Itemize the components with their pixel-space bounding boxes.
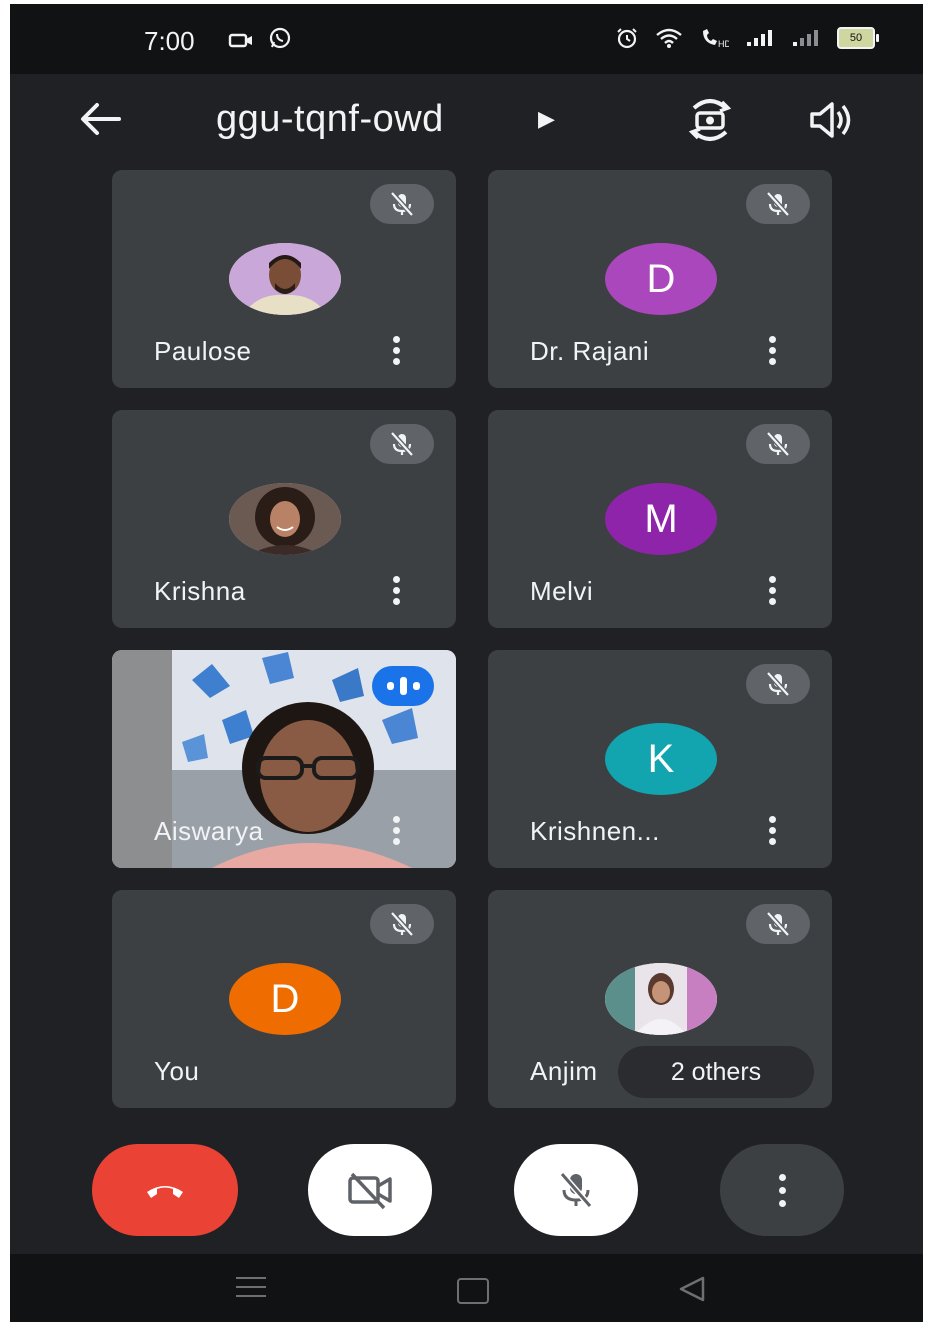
more-options-button[interactable] bbox=[720, 1144, 844, 1236]
meeting-header: ggu-tqnf-owd ▶ bbox=[10, 74, 923, 164]
battery-icon: 50 bbox=[837, 27, 879, 49]
participant-tile[interactable]: Krishna bbox=[112, 410, 456, 628]
avatar bbox=[605, 963, 717, 1035]
mic-off-icon bbox=[746, 664, 810, 704]
caret-right-icon[interactable]: ▶ bbox=[538, 106, 555, 132]
end-call-icon bbox=[147, 1186, 183, 1198]
status-time: 7:00 bbox=[144, 26, 195, 56]
recents-icon[interactable] bbox=[236, 1270, 266, 1304]
wifi-icon bbox=[656, 28, 682, 48]
mic-off-icon bbox=[370, 424, 434, 464]
more-vert-icon[interactable] bbox=[384, 332, 408, 368]
signal-icon-2 bbox=[793, 30, 818, 46]
mic-off-icon bbox=[746, 424, 810, 464]
avatar bbox=[229, 243, 341, 315]
more-vert-icon bbox=[778, 1171, 786, 1210]
participant-name: Dr. Rajani bbox=[530, 336, 650, 366]
avatar: D bbox=[605, 243, 717, 315]
more-vert-icon[interactable] bbox=[760, 332, 784, 368]
camera-off-icon bbox=[348, 1172, 392, 1210]
avatar: D bbox=[229, 963, 341, 1035]
vowifi-call-icon: HD bbox=[703, 29, 729, 49]
more-vert-icon[interactable] bbox=[760, 812, 784, 848]
status-bar: 7:00 HD 50 bbox=[10, 4, 923, 74]
others-count-pill[interactable]: 2 others bbox=[618, 1046, 814, 1098]
switch-camera-icon[interactable] bbox=[682, 96, 738, 144]
participant-name: You bbox=[154, 1056, 200, 1086]
whatsapp-icon bbox=[270, 27, 291, 49]
participant-video-tile[interactable]: Aiswarya bbox=[112, 650, 456, 868]
participant-tile[interactable]: M Melvi bbox=[488, 410, 832, 628]
status-right-icons: HD 50 bbox=[615, 26, 879, 50]
mic-off-icon bbox=[370, 904, 434, 944]
speaking-indicator-icon bbox=[372, 666, 434, 706]
avatar: M bbox=[605, 483, 717, 555]
participant-name: Krishnen... bbox=[530, 816, 660, 846]
arrow-left-icon[interactable] bbox=[76, 94, 126, 144]
alarm-icon bbox=[617, 28, 637, 49]
signal-icon bbox=[747, 30, 772, 46]
participant-name: Melvi bbox=[530, 576, 594, 606]
participant-name: Krishna bbox=[154, 576, 246, 606]
more-vert-icon[interactable] bbox=[384, 572, 408, 608]
system-nav-bar bbox=[10, 1254, 923, 1322]
end-call-button[interactable] bbox=[92, 1144, 238, 1236]
participant-tile[interactable]: K Krishnen... bbox=[488, 650, 832, 868]
avatar: K bbox=[605, 723, 717, 795]
participant-tile[interactable]: D Dr. Rajani bbox=[488, 170, 832, 388]
participant-name: Paulose bbox=[154, 336, 252, 366]
status-left-icons bbox=[228, 26, 292, 56]
mic-off-icon bbox=[746, 184, 810, 224]
avatar bbox=[229, 483, 341, 555]
call-controls bbox=[10, 1144, 923, 1244]
mic-off-icon bbox=[746, 904, 810, 944]
svg-text:HD: HD bbox=[718, 39, 729, 49]
home-icon[interactable] bbox=[457, 1278, 489, 1304]
meet-screen: 7:00 HD 50 ggu-tqnf-owd ▶ Paulose D Dr. … bbox=[10, 4, 923, 1322]
more-vert-icon[interactable] bbox=[760, 572, 784, 608]
speaker-icon[interactable] bbox=[806, 96, 856, 144]
participant-tile[interactable]: Paulose bbox=[112, 170, 456, 388]
meeting-code[interactable]: ggu-tqnf-owd bbox=[216, 98, 444, 141]
participant-tile[interactable]: Anjim 2 others bbox=[488, 890, 832, 1108]
camera-icon bbox=[228, 33, 252, 48]
back-triangle-icon[interactable] bbox=[677, 1274, 707, 1304]
mic-off-icon bbox=[370, 184, 434, 224]
mic-toggle-button[interactable] bbox=[514, 1144, 638, 1236]
camera-toggle-button[interactable] bbox=[308, 1144, 432, 1236]
participant-tile-self[interactable]: D You bbox=[112, 890, 456, 1108]
more-vert-icon[interactable] bbox=[384, 812, 408, 848]
participant-name: Anjim bbox=[530, 1056, 598, 1086]
participant-name: Aiswarya bbox=[154, 816, 264, 846]
mic-off-icon bbox=[559, 1172, 593, 1208]
